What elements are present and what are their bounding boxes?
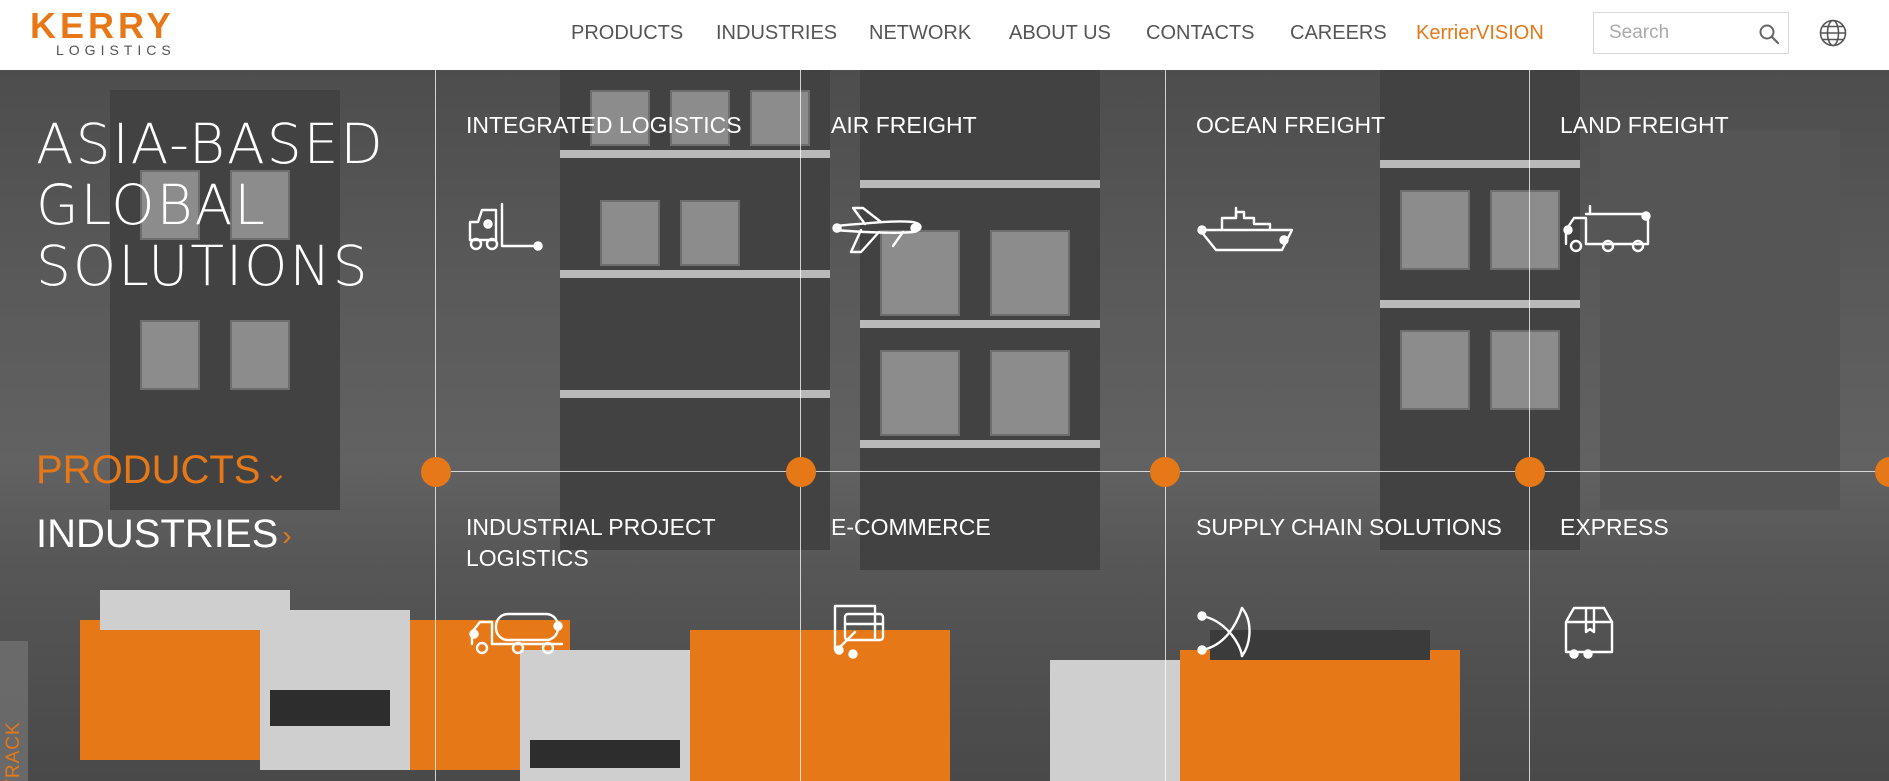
nav-products[interactable]: PRODUCTS: [571, 21, 683, 45]
logo-subtitle: LOGISTICS: [56, 42, 176, 58]
track-label: TRACK: [3, 721, 24, 781]
service-title: INTEGRATED LOGISTICS: [466, 112, 742, 138]
payment-card-icon: [831, 602, 931, 662]
service-title: OCEAN FREIGHT: [1196, 112, 1386, 138]
network-icon: [1196, 602, 1296, 662]
side-menu-label: PRODUCTS: [36, 448, 261, 492]
service-air-freight[interactable]: AIR FREIGHT: [800, 70, 1164, 400]
side-menu-industries[interactable]: INDUSTRIES ›: [36, 512, 292, 557]
nav-kerriervision[interactable]: KerrierVISION: [1416, 21, 1544, 45]
service-title: LAND FREIGHT: [1560, 112, 1729, 138]
package-icon: [1560, 602, 1660, 662]
kerry-logistics-logo[interactable]: KERRY LOGISTICS: [30, 5, 220, 58]
search-icon[interactable]: [1758, 23, 1780, 45]
airplane-icon: [831, 200, 931, 260]
side-menu-label: INDUSTRIES: [36, 512, 279, 556]
service-e-commerce[interactable]: E-COMMERCE: [800, 472, 1164, 781]
service-ocean-freight[interactable]: OCEAN FREIGHT: [1165, 70, 1529, 400]
tanker-truck-icon: [466, 602, 566, 662]
search-input[interactable]: [1594, 13, 1754, 53]
service-title: E-COMMERCE: [831, 514, 991, 540]
service-land-freight[interactable]: LAND FREIGHT: [1529, 70, 1889, 400]
ship-icon: [1196, 200, 1296, 260]
nav-careers[interactable]: CAREERS: [1290, 21, 1387, 45]
chevron-right-icon: ›: [282, 520, 292, 552]
nav-industries[interactable]: INDUSTRIES: [716, 21, 837, 45]
service-supply-chain-solutions[interactable]: SUPPLY CHAIN SOLUTIONS: [1165, 472, 1529, 781]
top-header: KERRY LOGISTICS PRODUCTS INDUSTRIES NETW…: [0, 0, 1889, 70]
service-title: SUPPLY CHAIN SOLUTIONS: [1196, 514, 1502, 540]
service-express[interactable]: EXPRESS: [1529, 472, 1889, 781]
tagline-line: SOLUTIONS: [36, 234, 370, 298]
nav-contacts[interactable]: CONTACTS: [1146, 21, 1255, 45]
service-industrial-project-logistics[interactable]: INDUSTRIAL PROJECT LOGISTICS: [435, 472, 799, 781]
track-tab[interactable]: TRACK: [0, 641, 28, 781]
globe-icon[interactable]: [1818, 18, 1848, 48]
side-menu-products[interactable]: PRODUCTS ⌄: [36, 448, 288, 493]
nav-about-us[interactable]: ABOUT US: [1009, 21, 1111, 45]
service-title: INDUSTRIAL PROJECT LOGISTICS: [466, 514, 716, 571]
hero-banner: ASIA-BASED GLOBAL SOLUTIONS PRODUCTS ⌄ IN…: [0, 70, 1889, 781]
search-box: [1593, 12, 1789, 54]
tagline-line: GLOBAL: [36, 173, 267, 237]
hero-tagline: ASIA-BASED GLOBAL SOLUTIONS: [36, 114, 385, 297]
chevron-down-icon: ⌄: [264, 456, 288, 488]
service-integrated-logistics[interactable]: INTEGRATED LOGISTICS: [435, 70, 799, 400]
tagline-line: ASIA-BASED: [36, 112, 385, 176]
logo-wordmark: KERRY: [30, 5, 175, 46]
service-title: AIR FREIGHT: [831, 112, 977, 138]
service-title: EXPRESS: [1560, 514, 1669, 540]
forklift-icon: [466, 200, 566, 260]
nav-network[interactable]: NETWORK: [869, 21, 971, 45]
truck-icon: [1560, 200, 1660, 260]
